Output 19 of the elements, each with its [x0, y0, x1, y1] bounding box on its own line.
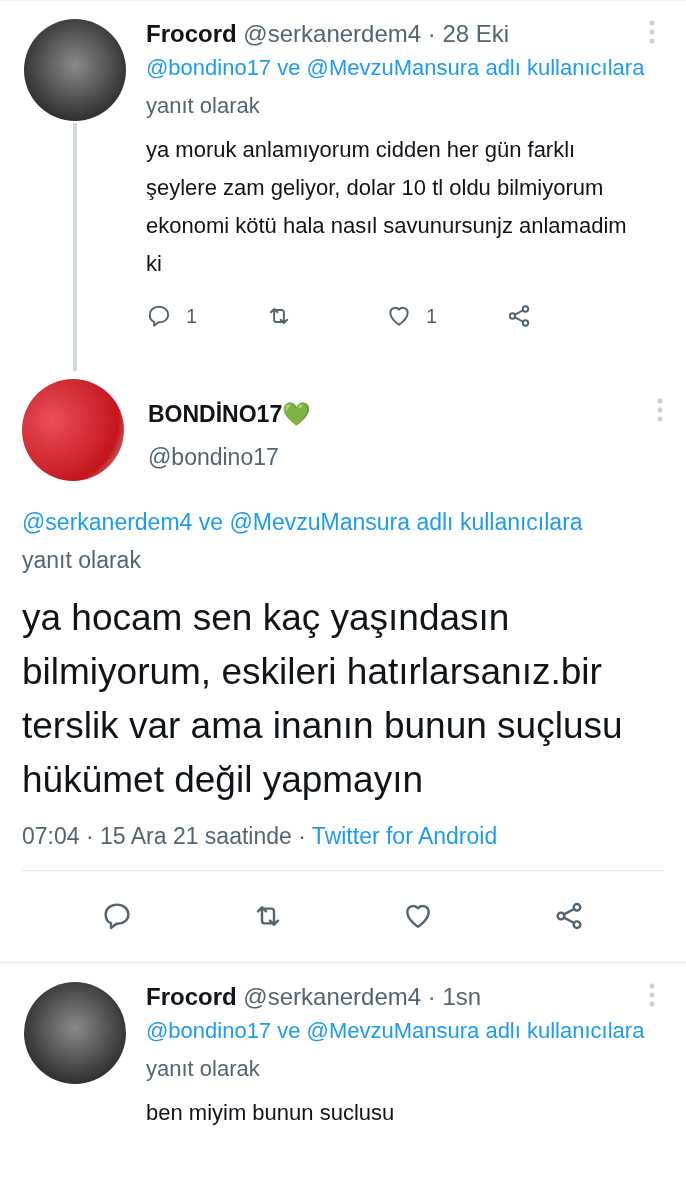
tweet-time: · 28 Eki [427, 20, 510, 47]
author-name[interactable]: Frocord [146, 20, 237, 47]
tweet-text: ya hocam sen kaç yaşındasın bilmiyorum, eskileri hatırlarsanız.bir terslik var ama inanın bunun suçlusu hükümet değil yapmayın [22, 596, 624, 802]
reply-context: @bondino17 ve @MevzuMansura adlı kullanıcılara yanıt olarak [146, 1016, 646, 1083]
author-name[interactable]: BONDİNO17💚 [148, 397, 312, 432]
reply-icon[interactable] [146, 303, 172, 329]
share-icon[interactable] [506, 303, 532, 329]
reply-context: @serkanerdem4 ve @MevzuMansura adlı kullanıcılara yanıt olarak [22, 508, 584, 575]
author-name[interactable]: Frocord [146, 982, 237, 1010]
action-count: 1 [186, 304, 198, 329]
action-count: 1 [426, 304, 438, 329]
reply-context: @bondino17 ve @MevzuMansura adlı kullanıcılara yanıt olarak [146, 54, 646, 120]
author-handle[interactable]: @serkanerdem4 [243, 20, 422, 47]
author-handle[interactable]: @bondino17 [148, 439, 664, 474]
tweet-time: · 1sn [427, 982, 482, 1010]
tweet-text: ben miyim bunun suclusu [146, 1098, 396, 1127]
tweet-text: ya moruk anlamıyorum cidden her gün farklı şeylere zam geliyor, dolar 10 tl oldu bilmiyorum ekonomi kötü hala nasıl savunursunjz anlamadim ki [146, 136, 628, 278]
author-handle[interactable]: @serkanerdem4 [243, 982, 422, 1010]
tweet-timestamp: 07:04 · 15 Ara 21 saatinde · [22, 823, 306, 849]
